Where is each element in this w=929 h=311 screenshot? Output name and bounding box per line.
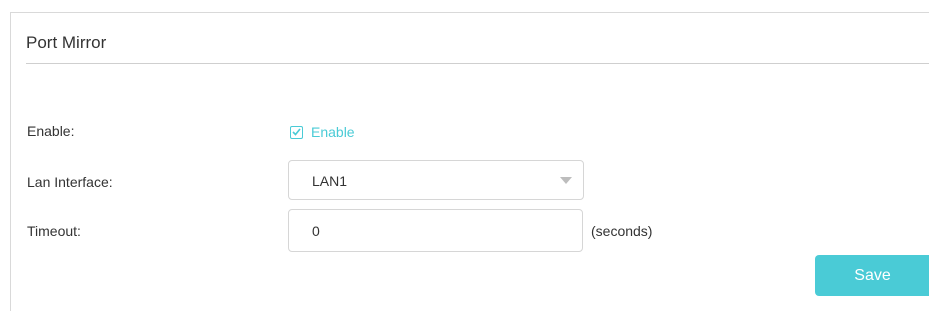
checkbox-checked-icon[interactable] <box>290 125 303 139</box>
timeout-input[interactable]: 0 <box>288 209 583 252</box>
chevron-down-icon[interactable] <box>560 177 572 184</box>
timeout-label: Timeout: <box>27 223 81 239</box>
enable-checkbox[interactable]: Enable <box>290 124 355 140</box>
lan-interface-select[interactable]: LAN1 <box>288 160 584 200</box>
lan-interface-selected-value: LAN1 <box>312 173 348 189</box>
checkmark-icon <box>292 128 301 136</box>
timeout-input-value[interactable]: 0 <box>312 223 320 239</box>
section-title: Port Mirror <box>26 33 107 52</box>
port-mirror-panel: Port Mirror Enable: Enable Lan Interface… <box>10 12 929 311</box>
save-button[interactable]: Save <box>815 255 929 296</box>
timeout-unit: (seconds) <box>591 223 653 239</box>
lan-interface-label: Lan Interface: <box>27 174 113 190</box>
enable-checkbox-label[interactable]: Enable <box>311 124 355 140</box>
title-divider <box>26 63 929 64</box>
enable-label: Enable: <box>27 123 75 139</box>
